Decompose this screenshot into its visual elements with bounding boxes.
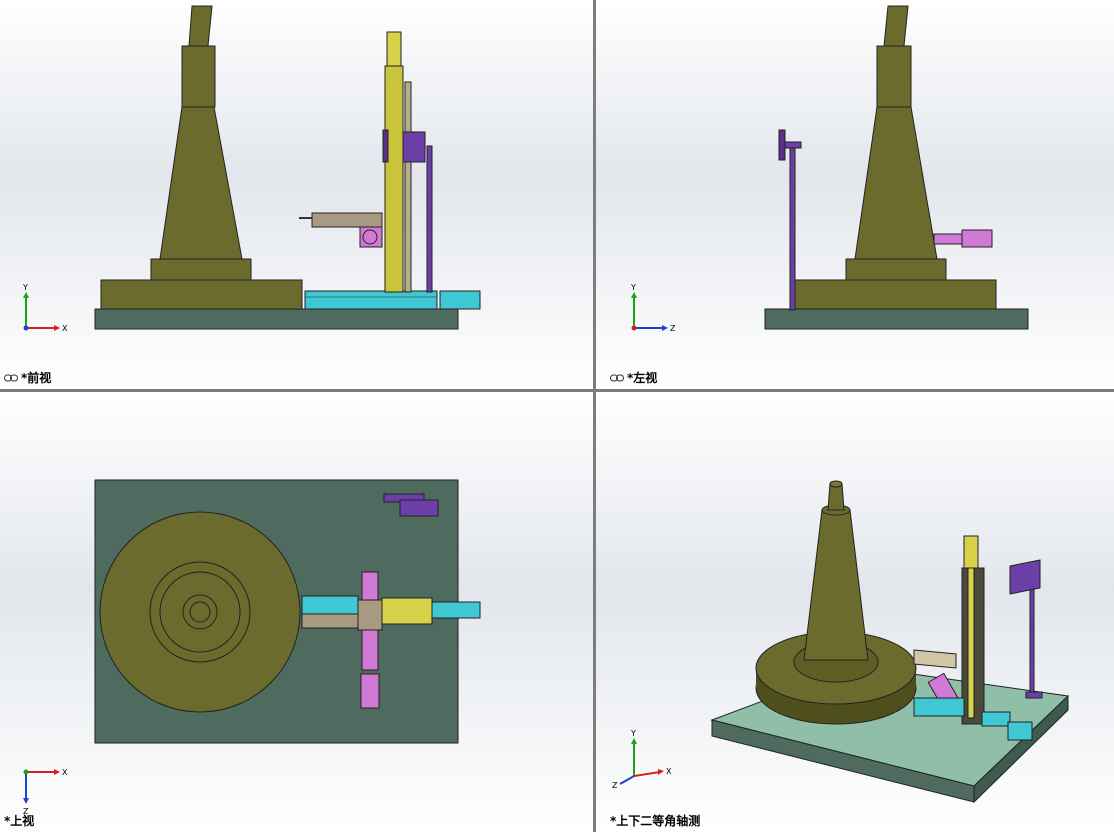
axis-z-label: Z <box>612 781 618 790</box>
axis-triad-front: Y X <box>22 284 68 333</box>
viewport-iso-label[interactable]: *上下二等角轴测 <box>610 812 700 829</box>
axis-y-label: Y <box>22 284 28 292</box>
axis-triad-iso: Y X Z <box>612 730 672 790</box>
axis-y-label: Y <box>630 730 636 738</box>
viewport-top-label[interactable]: *上视 <box>4 812 34 829</box>
viewport-left-label[interactable]: *左视 <box>610 369 657 386</box>
axis-z-label: Z <box>670 324 676 333</box>
viewport-left[interactable]: Y Z *左视 <box>596 0 1114 389</box>
viewport-iso-name: *上下二等角轴测 <box>610 814 701 828</box>
axis-x-label: X <box>62 768 68 777</box>
viewport-front[interactable]: Y X *前视 <box>0 0 593 389</box>
axis-triad-left: Y Z <box>630 284 676 333</box>
viewport-front-name: *前视 <box>21 371 52 385</box>
viewport-grid: Y X *前视 Y Z *左视 X Z *上视 Y X Z *上下二等角轴测 <box>0 0 1114 832</box>
viewport-left-name: *左视 <box>627 371 658 385</box>
link-icon <box>610 374 624 381</box>
viewport-isometric[interactable]: Y X Z *上下二等角轴测 <box>596 392 1114 832</box>
link-icon <box>4 374 18 381</box>
axis-y-label: Y <box>630 284 636 292</box>
axis-x-label: X <box>62 324 68 333</box>
front-view-model <box>94 5 481 330</box>
viewport-front-label[interactable]: *前视 <box>4 369 51 386</box>
viewport-top-name: *上视 <box>4 814 35 828</box>
axis-triad-top: X Z <box>23 768 68 816</box>
top-view-model <box>94 479 481 744</box>
axis-x-label: X <box>666 767 672 776</box>
viewport-top[interactable]: X Z *上视 <box>0 392 593 832</box>
